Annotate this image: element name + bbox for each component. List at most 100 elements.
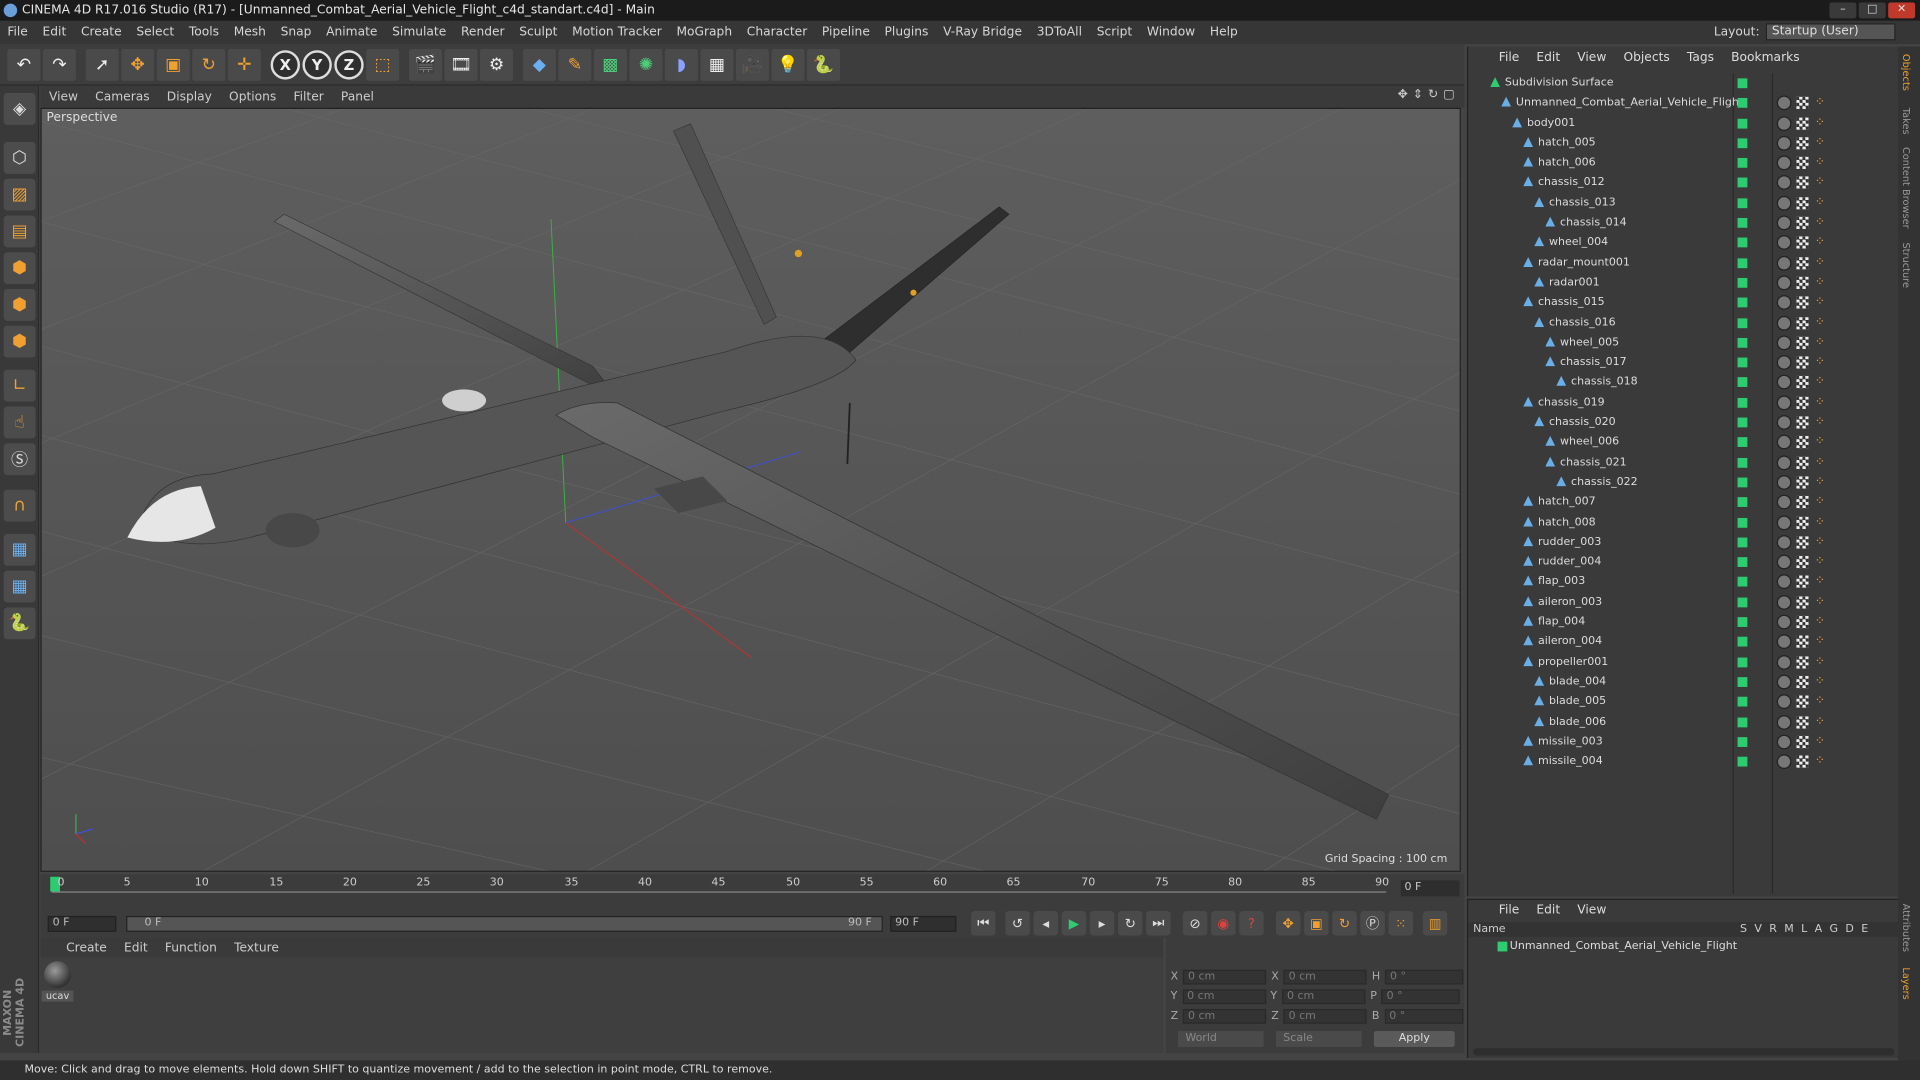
tab-takes[interactable]: Takes [1900,108,1911,135]
previous-key-icon[interactable]: ↺ [1005,911,1030,936]
motion-path-icon[interactable]: ⊘ [1182,911,1208,936]
texture-tag-icon[interactable] [1796,196,1809,210]
make-editable-icon[interactable]: ◈ [3,93,36,125]
visibility-dot[interactable] [1737,377,1748,388]
next-key-icon[interactable]: ↻ [1117,911,1143,936]
texture-tag-icon[interactable] [1796,356,1809,369]
magnet-icon[interactable]: ∩ [3,489,36,522]
texture-tag-icon[interactable] [1796,216,1809,230]
visibility-dot[interactable] [1737,517,1748,528]
object-tree-row[interactable]: radar_mount001 ⁘ [1468,253,1899,273]
material-tag-icon[interactable] [1776,435,1792,450]
visibility-dot[interactable] [1737,297,1748,308]
visibility-dot[interactable] [1737,657,1748,667]
visibility-dot[interactable] [1737,597,1748,608]
edges-mode-icon[interactable]: ⬢ [3,288,36,321]
menu-help[interactable]: Help [1203,26,1246,39]
material-tag-icon[interactable] [1776,514,1792,530]
texture-tag-icon[interactable] [1796,595,1809,609]
y-axis-lock-button[interactable]: Y [302,49,332,79]
material-tag-icon[interactable] [1776,315,1792,331]
object-tree-row[interactable]: chassis_021 ⁘ [1468,453,1899,473]
menu-motion-tracker[interactable]: Motion Tracker [565,26,669,39]
object-tree-row[interactable]: radar001 ⁘ [1468,273,1899,293]
texture-tag-icon[interactable] [1796,97,1809,110]
x-axis-lock-button[interactable]: X [270,49,301,79]
material-tag-icon[interactable] [1776,255,1792,271]
phong-tag-icon[interactable]: ⁘ [1815,236,1825,249]
material-tag-icon[interactable] [1776,734,1792,750]
object-tree-row[interactable]: missile_004 ⁘ [1468,752,1899,772]
menu-window[interactable]: Window [1140,26,1203,39]
object-tree-row[interactable]: missile_003 ⁘ [1468,732,1899,752]
material-tag-icon[interactable] [1776,95,1792,111]
layer-col-solo[interactable]: S [1740,922,1747,937]
object-tree-row[interactable]: blade_005 ⁘ [1468,692,1899,712]
material-tag-icon[interactable] [1776,395,1792,410]
phong-tag-icon[interactable]: ⁘ [1815,296,1825,309]
python-icon[interactable]: 🐍 [806,48,841,81]
object-tree-row[interactable]: blade_006 ⁘ [1468,712,1899,732]
objects-menu-tags[interactable]: Tags [1678,51,1722,64]
start-frame-field[interactable]: 0 F [47,915,117,932]
texture-tag-icon[interactable] [1796,296,1809,309]
menu-character[interactable]: Character [739,26,814,39]
visibility-dot[interactable] [1737,158,1748,168]
objects-menu-objects[interactable]: Objects [1615,51,1678,64]
live-selection-icon[interactable]: ➚ [85,48,119,81]
object-tree-row[interactable]: chassis_012 ⁘ [1468,173,1899,193]
visibility-dot[interactable] [1737,98,1748,109]
texture-tag-icon[interactable] [1796,476,1809,489]
move-icon[interactable]: ✥ [121,48,155,81]
object-tree-row[interactable]: propeller001 ⁘ [1468,652,1899,672]
texture-tag-icon[interactable] [1796,496,1809,509]
viewport-menu-view[interactable]: View [40,90,86,103]
current-frame-field[interactable]: 0 F [1400,880,1460,897]
visibility-dot[interactable] [1737,277,1748,288]
object-tree-row[interactable]: hatch_005 ⁘ [1468,133,1899,153]
position-z-field[interactable]: 0 cm [1183,1008,1267,1024]
material-menu-function[interactable]: Function [156,941,225,954]
size-x-field[interactable]: 0 cm [1283,969,1367,985]
object-tree-row[interactable]: flap_003 ⁘ [1468,572,1899,592]
coordinate-system-icon[interactable]: ⬚ [366,48,400,81]
texture-tag-icon[interactable] [1796,655,1809,669]
material-tag-icon[interactable] [1776,494,1792,510]
phong-tag-icon[interactable]: ⁘ [1815,755,1825,768]
visibility-dot[interactable] [1737,736,1748,747]
visibility-dot[interactable] [1737,118,1748,129]
transform-icon[interactable]: ✛ [227,48,261,81]
object-tree-row[interactable]: hatch_007 ⁘ [1468,493,1899,513]
material-tag-icon[interactable] [1776,415,1792,430]
phong-tag-icon[interactable]: ⁘ [1815,595,1825,608]
viewport-menu-options[interactable]: Options [220,90,284,103]
scale-icon[interactable]: ▣ [156,48,190,81]
object-tree-row[interactable]: chassis_020 ⁘ [1468,413,1899,433]
phong-tag-icon[interactable]: ⁘ [1815,116,1825,129]
model-mode-icon[interactable]: ⬡ [3,142,36,174]
visibility-dot[interactable] [1737,716,1748,727]
material-tag-icon[interactable] [1776,574,1792,590]
transform-mode-dropdown[interactable]: Scale [1275,1031,1362,1047]
object-tree-row[interactable]: wheel_006 ⁘ [1468,433,1899,453]
material-tag-icon[interactable] [1776,694,1792,710]
layer-col-view[interactable]: V [1754,922,1762,937]
material-tag-icon[interactable] [1776,594,1792,610]
tab-structure[interactable]: Structure [1900,242,1911,288]
polygons-mode-icon[interactable]: ⬢ [3,325,36,358]
phong-tag-icon[interactable]: ⁘ [1815,695,1825,708]
frame-range-slider[interactable]: 0 F 90 F [126,915,883,932]
menu-mesh[interactable]: Mesh [226,26,273,39]
viewport-menu-filter[interactable]: Filter [285,90,332,103]
rotation-p-field[interactable]: 0 ° [1381,989,1461,1005]
material-tag-icon[interactable] [1776,455,1792,470]
objects-menu-edit[interactable]: Edit [1528,51,1569,64]
material-tag-icon[interactable] [1776,115,1792,131]
material-tag-icon[interactable] [1776,554,1792,570]
visibility-dot[interactable] [1737,557,1748,568]
texture-tag-icon[interactable] [1796,576,1809,589]
texture-tag-icon[interactable] [1796,536,1809,549]
texture-tag-icon[interactable] [1796,416,1809,429]
mograph-cloner-icon[interactable]: ✺ [629,48,663,81]
material-tag-icon[interactable] [1776,714,1792,730]
